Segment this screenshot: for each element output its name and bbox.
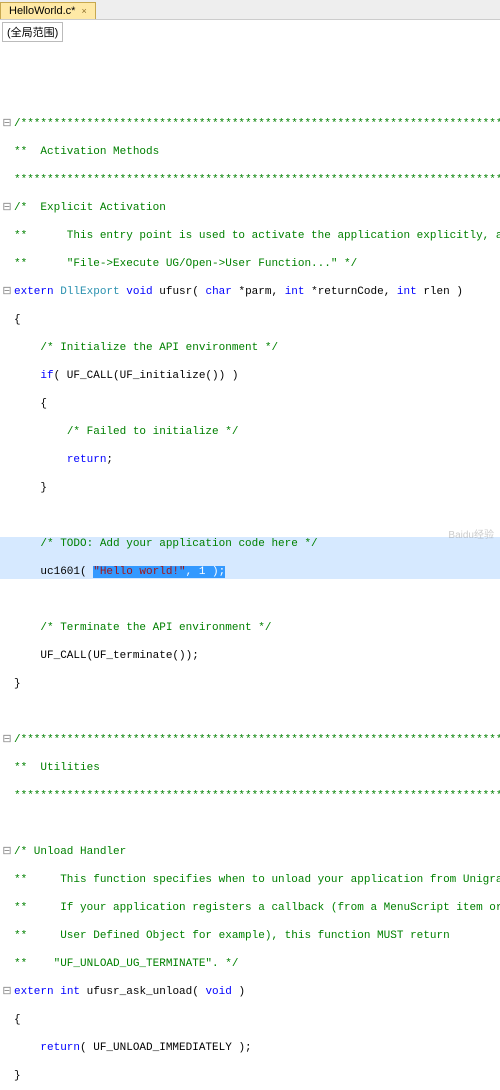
keyword: if — [40, 370, 53, 382]
comment: ** "UF_UNLOAD_UG_TERMINATE". */ — [14, 958, 238, 970]
fold-icon[interactable]: ⊟ — [0, 201, 14, 215]
code-text: *returnCode, — [305, 286, 397, 298]
comment: /* Explicit Activation — [14, 202, 166, 214]
comment: ** This function specifies when to unloa… — [14, 874, 500, 886]
brace: { — [40, 398, 47, 410]
keyword: int — [285, 286, 305, 298]
keyword: char — [205, 286, 231, 298]
comment: ** User Defined Object for example), thi… — [14, 930, 450, 942]
keyword: return — [40, 1042, 80, 1054]
code-editor[interactable]: ⊟/**************************************… — [0, 44, 500, 1090]
string: "Hello world!" — [93, 566, 185, 578]
keyword: void — [126, 286, 152, 298]
comment: ** This entry point is used to activate … — [14, 230, 500, 242]
fold-icon[interactable]: ⊟ — [0, 845, 14, 859]
fold-icon[interactable]: ⊟ — [0, 117, 14, 131]
code-text: rlen ) — [417, 286, 463, 298]
comment: /***************************************… — [14, 118, 500, 130]
type: DllExport — [60, 286, 119, 298]
keyword: int — [397, 286, 417, 298]
fold-icon[interactable]: ⊟ — [0, 985, 14, 999]
fold-icon[interactable]: ⊟ — [0, 285, 14, 299]
comment: ** If your application registers a callb… — [14, 902, 500, 914]
code-text: ( UF_UNLOAD_IMMEDIATELY ); — [80, 1042, 252, 1054]
comment: /* TODO: Add your application code here … — [40, 538, 317, 550]
scope-dropdown[interactable]: (全局范围) — [2, 22, 63, 42]
code-text: uc1601( — [40, 566, 93, 578]
code-text: ; — [106, 454, 113, 466]
brace: } — [40, 482, 47, 494]
highlighted-block: /* TODO: Add your application code here … — [0, 537, 500, 579]
comment: ** Activation Methods — [14, 146, 159, 158]
code-text: , 1 ); — [186, 566, 226, 578]
code-text: ufusr( — [153, 286, 206, 298]
comment: /* Unload Handler — [14, 846, 126, 858]
code-text: ufusr_ask_unload( — [80, 986, 205, 998]
comment: /* Terminate the API environment */ — [40, 622, 271, 634]
code-text: UF_CALL(UF_terminate()); — [40, 650, 198, 662]
keyword: return — [67, 454, 107, 466]
comment: ****************************************… — [14, 174, 500, 186]
fold-icon[interactable]: ⊟ — [0, 733, 14, 747]
brace: { — [14, 1014, 21, 1026]
file-tab[interactable]: HelloWorld.c* × — [0, 2, 96, 19]
keyword: void — [205, 986, 231, 998]
keyword: extern — [14, 986, 54, 998]
tab-bar: HelloWorld.c* × — [0, 0, 500, 20]
close-icon[interactable]: × — [81, 6, 86, 16]
keyword: int — [60, 986, 80, 998]
brace: { — [14, 314, 21, 326]
comment: ** "File->Execute UG/Open->User Function… — [14, 258, 357, 270]
comment: ****************************************… — [14, 790, 500, 802]
comment: /* Failed to initialize */ — [67, 426, 239, 438]
brace: } — [14, 678, 21, 690]
comment: /***************************************… — [14, 734, 500, 746]
brace: } — [14, 1070, 21, 1082]
selection: "Hello world!", 1 ); — [93, 566, 225, 578]
code-text: ) — [232, 986, 245, 998]
comment: /* Initialize the API environment */ — [40, 342, 278, 354]
tab-title: HelloWorld.c* — [9, 5, 75, 17]
code-text: ( UF_CALL(UF_initialize()) ) — [54, 370, 239, 382]
comment: ** Utilities — [14, 762, 100, 774]
keyword: extern — [14, 286, 54, 298]
code-text: *parm, — [232, 286, 285, 298]
